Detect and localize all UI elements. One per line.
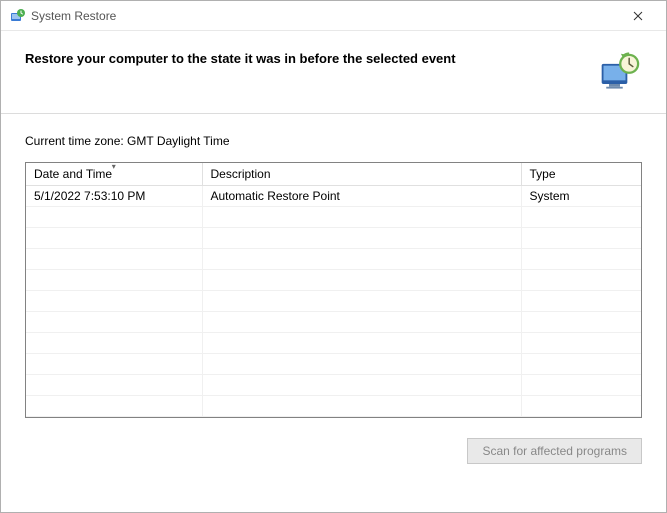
table-cell-empty — [26, 270, 202, 291]
table-cell: System — [521, 186, 641, 207]
close-button[interactable] — [618, 2, 658, 30]
restore-monitor-icon — [598, 51, 642, 95]
column-header-type[interactable]: Type — [521, 163, 641, 186]
window-title: System Restore — [31, 9, 618, 23]
table-row-empty — [26, 333, 641, 354]
table-cell-empty — [521, 270, 641, 291]
restore-points-table[interactable]: Date and Time ▾ Description Type 5/1/202… — [26, 163, 641, 417]
table-cell-empty — [26, 249, 202, 270]
column-header-date[interactable]: Date and Time ▾ — [26, 163, 202, 186]
sort-descending-icon: ▾ — [112, 162, 116, 171]
table-cell-empty — [26, 312, 202, 333]
table-cell: Automatic Restore Point — [202, 186, 521, 207]
column-header-description[interactable]: Description — [202, 163, 521, 186]
table-cell-empty — [202, 207, 521, 228]
column-header-date-label: Date and Time — [34, 167, 112, 181]
table-row-empty — [26, 375, 641, 396]
column-header-description-label: Description — [211, 167, 271, 181]
table-cell-empty — [521, 207, 641, 228]
table-cell: 5/1/2022 7:53:10 PM — [26, 186, 202, 207]
table-cell-empty — [521, 375, 641, 396]
titlebar: System Restore — [1, 1, 666, 31]
table-row-empty — [26, 228, 641, 249]
body-area: Current time zone: GMT Daylight Time Dat… — [1, 114, 666, 512]
table-cell-empty — [202, 354, 521, 375]
restore-points-table-wrapper: Date and Time ▾ Description Type 5/1/202… — [25, 162, 642, 418]
table-cell-empty — [202, 375, 521, 396]
table-row-empty — [26, 291, 641, 312]
table-row-empty — [26, 207, 641, 228]
table-cell-empty — [521, 354, 641, 375]
table-row-empty — [26, 270, 641, 291]
table-cell-empty — [202, 396, 521, 417]
timezone-label: Current time zone: GMT Daylight Time — [25, 134, 642, 148]
table-cell-empty — [26, 228, 202, 249]
table-cell-empty — [26, 207, 202, 228]
table-cell-empty — [202, 312, 521, 333]
table-row-empty — [26, 354, 641, 375]
table-row[interactable]: 5/1/2022 7:53:10 PMAutomatic Restore Poi… — [26, 186, 641, 207]
header-area: Restore your computer to the state it wa… — [1, 31, 666, 114]
column-header-type-label: Type — [530, 167, 556, 181]
footer-buttons: Scan for affected programs — [25, 418, 642, 464]
table-cell-empty — [202, 228, 521, 249]
table-cell-empty — [521, 249, 641, 270]
table-cell-empty — [26, 291, 202, 312]
table-row-empty — [26, 249, 641, 270]
table-cell-empty — [26, 375, 202, 396]
table-row-empty — [26, 396, 641, 417]
table-cell-empty — [202, 333, 521, 354]
table-row-empty — [26, 312, 641, 333]
table-cell-empty — [202, 291, 521, 312]
table-cell-empty — [202, 249, 521, 270]
table-cell-empty — [202, 270, 521, 291]
scan-affected-programs-button[interactable]: Scan for affected programs — [467, 438, 642, 464]
system-restore-window: System Restore Restore your computer to … — [0, 0, 667, 513]
system-restore-app-icon — [9, 8, 25, 24]
table-cell-empty — [521, 333, 641, 354]
table-cell-empty — [521, 396, 641, 417]
table-cell-empty — [26, 354, 202, 375]
table-cell-empty — [521, 312, 641, 333]
table-cell-empty — [521, 228, 641, 249]
page-heading: Restore your computer to the state it wa… — [25, 51, 588, 66]
table-cell-empty — [521, 291, 641, 312]
table-cell-empty — [26, 333, 202, 354]
table-cell-empty — [26, 396, 202, 417]
